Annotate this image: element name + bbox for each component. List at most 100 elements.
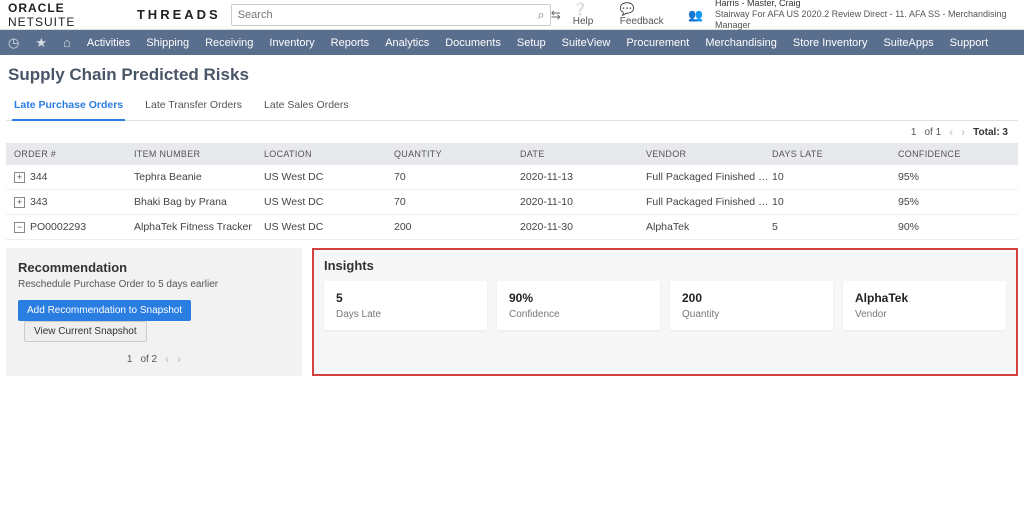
insight-value: 5 <box>336 291 475 305</box>
nav-reports[interactable]: Reports <box>331 37 370 49</box>
cell-days-late: 10 <box>772 171 898 183</box>
tab-late-purchase-orders[interactable]: Late Purchase Orders <box>12 93 125 121</box>
add-recommendation-button[interactable]: Add Recommendation to Snapshot <box>18 300 191 321</box>
col-confidence[interactable]: CONFIDENCE <box>898 149 1010 159</box>
rec-pager-prev-icon[interactable]: ‹ <box>165 352 169 366</box>
insight-value: AlphaTek <box>855 291 994 305</box>
col-vendor[interactable]: VENDOR <box>646 149 772 159</box>
help-link[interactable]: ❔ Help <box>573 2 608 27</box>
cell-vendor: AlphaTek <box>646 221 772 233</box>
cell-quantity: 70 <box>394 196 520 208</box>
cell-location: US West DC <box>264 221 394 233</box>
table-row[interactable]: +343Bhaki Bag by PranaUS West DC702020-1… <box>6 190 1018 215</box>
cell-item: AlphaTek Fitness Tracker <box>134 221 264 233</box>
view-snapshot-button[interactable]: View Current Snapshot <box>24 321 147 342</box>
col-date[interactable]: DATE <box>520 149 646 159</box>
users-icon[interactable]: 👥 <box>688 8 703 22</box>
home-icon[interactable]: ⌂ <box>63 35 71 50</box>
cell-date: 2020-11-30 <box>520 221 646 233</box>
feedback-label: Feedback <box>620 16 664 27</box>
nav-analytics[interactable]: Analytics <box>385 37 429 49</box>
nav-merchandising[interactable]: Merchandising <box>705 37 777 49</box>
search-icon[interactable]: ⌕ <box>537 7 544 23</box>
nav-store-inventory[interactable]: Store Inventory <box>793 37 868 49</box>
insights-panel: Insights 5 Days Late 90% Confidence 200Quant… <box>312 248 1018 376</box>
insight-card: 200Quantity <box>670 281 833 330</box>
cell-location: US West DC <box>264 171 394 183</box>
recommendation-title: Recommendation <box>18 260 290 275</box>
tab-late-transfer-orders[interactable]: Late Transfer Orders <box>143 93 244 120</box>
recommendation-panel: Recommendation Reschedule Purchase Order… <box>6 248 302 376</box>
feedback-link[interactable]: 💬 Feedback <box>620 2 676 27</box>
nav-receiving[interactable]: Receiving <box>205 37 253 49</box>
nav-setup[interactable]: Setup <box>517 37 546 49</box>
tab-late-sales-orders[interactable]: Late Sales Orders <box>262 93 351 120</box>
insights-title: Insights <box>324 258 1006 273</box>
cell-location: US West DC <box>264 196 394 208</box>
rec-pager-next-icon[interactable]: › <box>177 352 181 366</box>
nav-support[interactable]: Support <box>950 37 989 49</box>
insight-card: 90% Confidence <box>497 281 660 330</box>
role-switch-icon[interactable]: ⇆ <box>551 8 561 22</box>
nav-suiteview[interactable]: SuiteView <box>562 37 611 49</box>
top-bar: ORACLE NETSUITE THREADS ⌕ ⇆ ❔ Help 💬 Fee… <box>0 0 1024 30</box>
col-quantity[interactable]: QUANTITY <box>394 149 520 159</box>
table-row[interactable]: −PO0002293AlphaTek Fitness TrackerUS Wes… <box>6 215 1018 240</box>
insight-label: Days Late <box>336 309 475 320</box>
search-input[interactable] <box>231 4 551 26</box>
order-number: 343 <box>30 196 48 208</box>
insight-value: 200 <box>682 291 821 305</box>
nav-documents[interactable]: Documents <box>445 37 501 49</box>
nav-suiteapps[interactable]: SuiteApps <box>883 37 933 49</box>
nav-inventory[interactable]: Inventory <box>269 37 314 49</box>
user-role: Stairway For AFA US 2020.2 Review Direct… <box>715 9 1016 31</box>
cell-days-late: 5 <box>772 221 898 233</box>
table-pager: 1 of 1 ‹ › Total: 3 <box>6 121 1018 143</box>
nav-shipping[interactable]: Shipping <box>146 37 189 49</box>
col-location[interactable]: LOCATION <box>264 149 394 159</box>
oracle-logo: ORACLE NETSUITE <box>8 1 127 29</box>
logo-oracle: ORACLE <box>8 1 65 15</box>
order-number: 344 <box>30 171 48 183</box>
col-item[interactable]: ITEM NUMBER <box>134 149 264 159</box>
cell-date: 2020-11-10 <box>520 196 646 208</box>
rec-pager-of: of 2 <box>140 354 157 365</box>
pager-next-icon[interactable]: › <box>961 125 965 139</box>
cell-date: 2020-11-13 <box>520 171 646 183</box>
user-block[interactable]: Harris - Master, Craig Stairway For AFA … <box>715 0 1016 31</box>
global-search: ⌕ <box>231 4 551 26</box>
insight-label: Vendor <box>855 309 994 320</box>
insight-card: AlphaTek Vendor <box>843 281 1006 330</box>
favorites-icon[interactable]: ★ <box>35 35 47 51</box>
cell-vendor: Full Packaged Finished Good… <box>646 171 772 183</box>
cell-quantity: 70 <box>394 171 520 183</box>
main-nav: ◷ ★ ⌂ Activities Shipping Receiving Inve… <box>0 30 1024 55</box>
col-order[interactable]: ORDER # <box>14 149 134 159</box>
cell-item: Tephra Beanie <box>134 171 264 183</box>
nav-procurement[interactable]: Procurement <box>626 37 689 49</box>
col-days-late[interactable]: DAYS LATE <box>772 149 898 159</box>
insight-card: 5 Days Late <box>324 281 487 330</box>
cell-confidence: 90% <box>898 221 1010 233</box>
insight-label: Confidence <box>509 309 648 320</box>
rec-pager-page: 1 <box>127 354 133 365</box>
expand-icon[interactable]: − <box>14 222 25 233</box>
page-body: Supply Chain Predicted Risks Late Purcha… <box>0 55 1024 386</box>
expand-icon[interactable]: + <box>14 197 25 208</box>
brand-threads: THREADS <box>137 7 221 22</box>
table-row[interactable]: +344 Tephra BeanieUS West DC702020-11-13F… <box>6 165 1018 190</box>
expand-icon[interactable]: + <box>14 172 25 183</box>
cell-confidence: 95% <box>898 196 1010 208</box>
table-header: ORDER # ITEM NUMBER LOCATION QUANTITY DA… <box>6 143 1018 165</box>
insight-value: 90% <box>509 291 648 305</box>
pager-prev-icon[interactable]: ‹ <box>949 125 953 139</box>
cell-days-late: 10 <box>772 196 898 208</box>
help-label: Help <box>573 16 594 27</box>
cell-quantity: 200 <box>394 221 520 233</box>
page-title: Supply Chain Predicted Risks <box>6 65 1018 85</box>
pager-page: 1 <box>911 127 917 138</box>
feedback-icon: 💬 <box>620 2 635 16</box>
nav-activities[interactable]: Activities <box>87 37 130 49</box>
help-icon: ❔ <box>573 2 588 16</box>
recent-icon[interactable]: ◷ <box>8 35 19 51</box>
